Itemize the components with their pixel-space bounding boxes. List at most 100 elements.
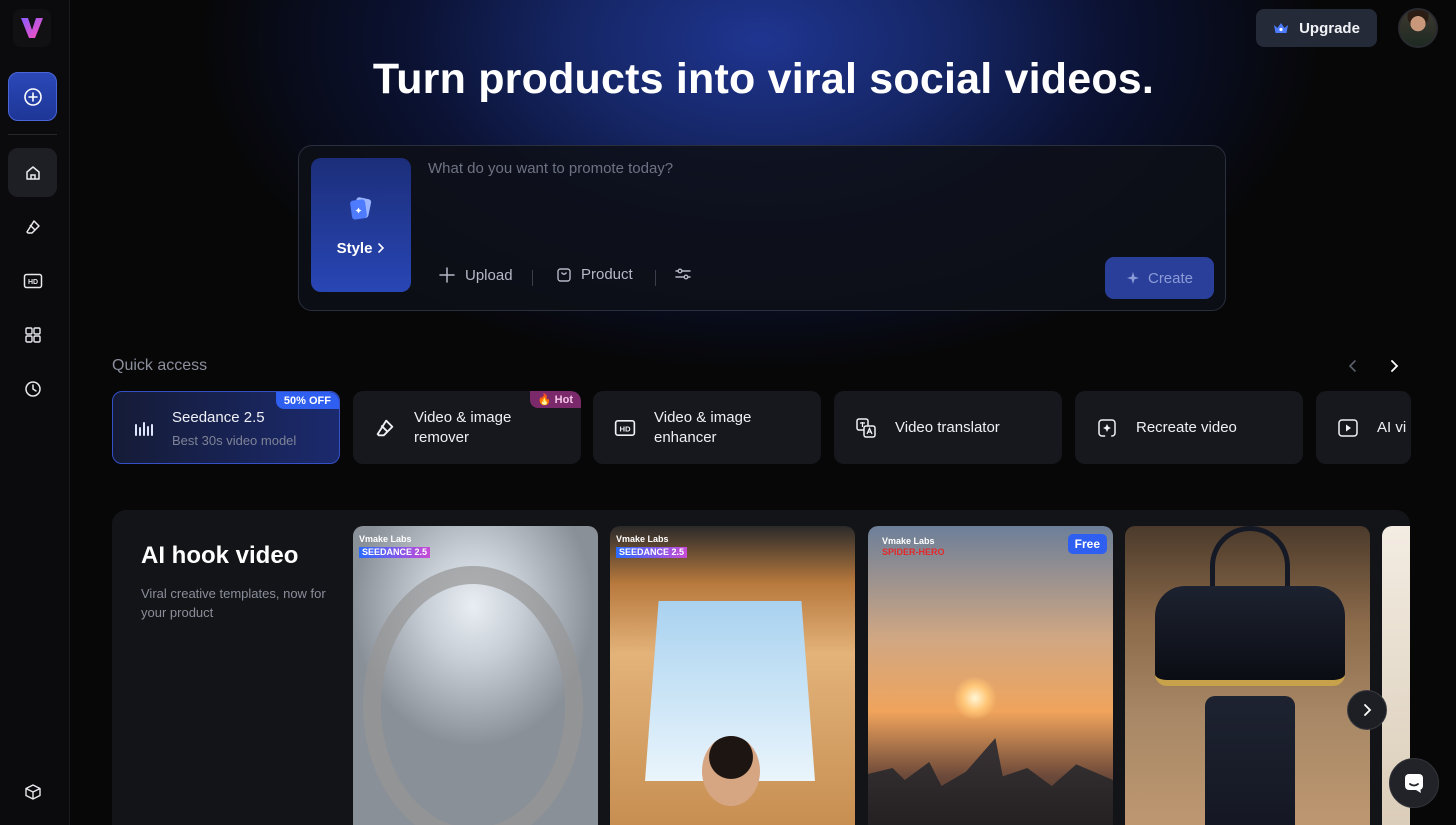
sidebar-item-assets[interactable] — [8, 767, 57, 816]
brand-tag: SEEDANCE 2.5 — [359, 547, 431, 558]
create-button[interactable]: Create — [1105, 257, 1214, 299]
brand-name: Vmake Labs — [359, 534, 412, 544]
grid-icon — [24, 326, 41, 343]
user-avatar[interactable] — [1398, 8, 1438, 48]
discount-badge: 50% OFF — [275, 392, 339, 409]
chat-icon — [1405, 774, 1423, 793]
style-label: Style — [336, 239, 373, 257]
qa-text: Video & image enhancer — [654, 408, 774, 448]
sparkle-icon — [1126, 272, 1139, 284]
bag-icon — [557, 267, 571, 282]
main-content: Upgrade Turn products into viral social … — [71, 0, 1456, 825]
hd-icon: HD — [614, 419, 636, 436]
plus-circle-icon — [23, 87, 42, 106]
sidebar-item-enhancer[interactable]: HD — [8, 256, 57, 305]
qa-name: Video & image remover — [414, 408, 512, 446]
qa-name: Seedance 2.5 — [172, 408, 265, 426]
free-badge: Free — [1067, 534, 1107, 554]
recreate-icon — [1098, 418, 1116, 437]
crown-icon — [1274, 23, 1289, 33]
quick-access-enhancer[interactable]: HD Video & image enhancer — [593, 391, 821, 464]
page-title: Turn products into viral social videos. — [372, 55, 1155, 103]
template-thumbnail[interactable]: Vmake Labs SEEDANCE 2.5 — [353, 526, 598, 825]
product-label: Product — [581, 266, 633, 283]
brand-tag: SPIDER-HERO — [882, 547, 945, 557]
quick-access-translator[interactable]: Video translator — [834, 391, 1062, 464]
sunset-image — [953, 676, 997, 720]
qa-name: Video & image enhancer — [654, 408, 752, 446]
home-icon — [25, 165, 40, 180]
app-logo[interactable] — [13, 9, 51, 47]
quick-access-remover[interactable]: Video & image remover 🔥 Hot — [353, 391, 581, 464]
brand-watermark: Vmake Labs SEEDANCE 2.5 — [359, 534, 431, 558]
quick-access-ai-video[interactable]: AI vi — [1316, 391, 1411, 464]
qa-text: Video & image remover — [414, 408, 534, 448]
qa-name: Recreate video — [1136, 418, 1237, 436]
quick-access-prev-button[interactable] — [1343, 356, 1363, 376]
upgrade-button[interactable]: Upgrade — [1256, 9, 1377, 47]
carousel-next-button[interactable] — [1347, 690, 1387, 730]
upload-label: Upload — [465, 266, 513, 284]
city-skyline-image — [868, 738, 1113, 825]
ai-hook-section: AI hook video Viral creative templates, … — [112, 510, 1410, 825]
settings-button[interactable] — [674, 266, 692, 282]
style-label-row: Style — [337, 240, 386, 257]
logo-icon — [21, 18, 43, 38]
qa-name: Video translator — [895, 418, 1000, 436]
svg-text:HD: HD — [27, 279, 37, 286]
template-thumbnail[interactable] — [1125, 526, 1370, 825]
qa-sub: Best 30s video model — [172, 432, 297, 448]
quick-access-recreate[interactable]: Recreate video — [1075, 391, 1303, 464]
qa-text: Seedance 2.5 Best 30s video model — [172, 408, 296, 448]
handbag-image — [1155, 586, 1345, 686]
cube-icon — [24, 783, 41, 800]
qa-name: AI vi — [1377, 418, 1407, 436]
plus-icon — [439, 267, 455, 283]
eraser-icon — [376, 419, 394, 436]
hd-icon: HD — [23, 273, 42, 288]
template-thumbnail[interactable]: Vmake Labs SPIDER-HERO Free — [868, 526, 1113, 825]
section-title: AI hook video — [141, 542, 299, 569]
toolbar-divider — [532, 270, 533, 286]
sidebar-item-apps[interactable] — [8, 310, 57, 359]
upgrade-label: Upgrade — [1299, 19, 1360, 37]
quick-access-seedance[interactable]: Seedance 2.5 Best 30s video model 50% OF… — [112, 391, 340, 464]
section-description: Viral creative templates, now for your p… — [141, 586, 326, 620]
qa-text: AI vi — [1377, 418, 1406, 438]
sliders-icon — [675, 268, 691, 280]
upload-button[interactable]: Upload — [438, 266, 513, 284]
person-image — [702, 736, 760, 806]
brand-tag: SEEDANCE 2.5 — [616, 547, 688, 558]
prompt-input[interactable]: What do you want to promote today? — [428, 160, 673, 177]
eraser-icon — [25, 219, 40, 234]
translate-icon — [856, 417, 876, 438]
support-chat-button[interactable] — [1389, 758, 1439, 808]
style-selector[interactable]: Style — [311, 158, 411, 292]
sidebar-item-history[interactable] — [8, 364, 57, 413]
sidebar: HD — [0, 0, 70, 825]
sidebar-item-home[interactable] — [8, 148, 57, 197]
chevron-left-icon — [1348, 360, 1356, 372]
sidebar-item-remover[interactable] — [8, 202, 57, 251]
chevron-right-icon — [1364, 704, 1372, 716]
qa-text: Recreate video — [1136, 418, 1237, 438]
style-cards-icon — [350, 196, 372, 219]
qa-text: Video translator — [895, 418, 1000, 438]
sidebar-divider — [8, 134, 57, 135]
brand-watermark: Vmake Labs SEEDANCE 2.5 — [616, 534, 688, 558]
quick-access-next-button[interactable] — [1384, 356, 1404, 376]
template-thumbnail[interactable]: Vmake Labs SEEDANCE 2.5 — [610, 526, 855, 825]
prompt-card: Style What do you want to promote today?… — [298, 145, 1226, 311]
hot-badge: 🔥 Hot — [529, 391, 581, 408]
audio-bars-icon — [135, 421, 153, 436]
brand-watermark: Vmake Labs SPIDER-HERO — [882, 536, 945, 558]
chevron-right-icon — [378, 243, 385, 253]
chevron-right-icon — [1391, 360, 1399, 372]
brand-name: Vmake Labs — [616, 534, 669, 544]
product-button[interactable]: Product — [556, 266, 633, 283]
new-project-button[interactable] — [8, 72, 57, 121]
svg-text:HD: HD — [619, 424, 631, 433]
apron-image — [1205, 696, 1295, 825]
create-label: Create — [1147, 269, 1194, 287]
quick-access-title: Quick access — [112, 357, 208, 374]
